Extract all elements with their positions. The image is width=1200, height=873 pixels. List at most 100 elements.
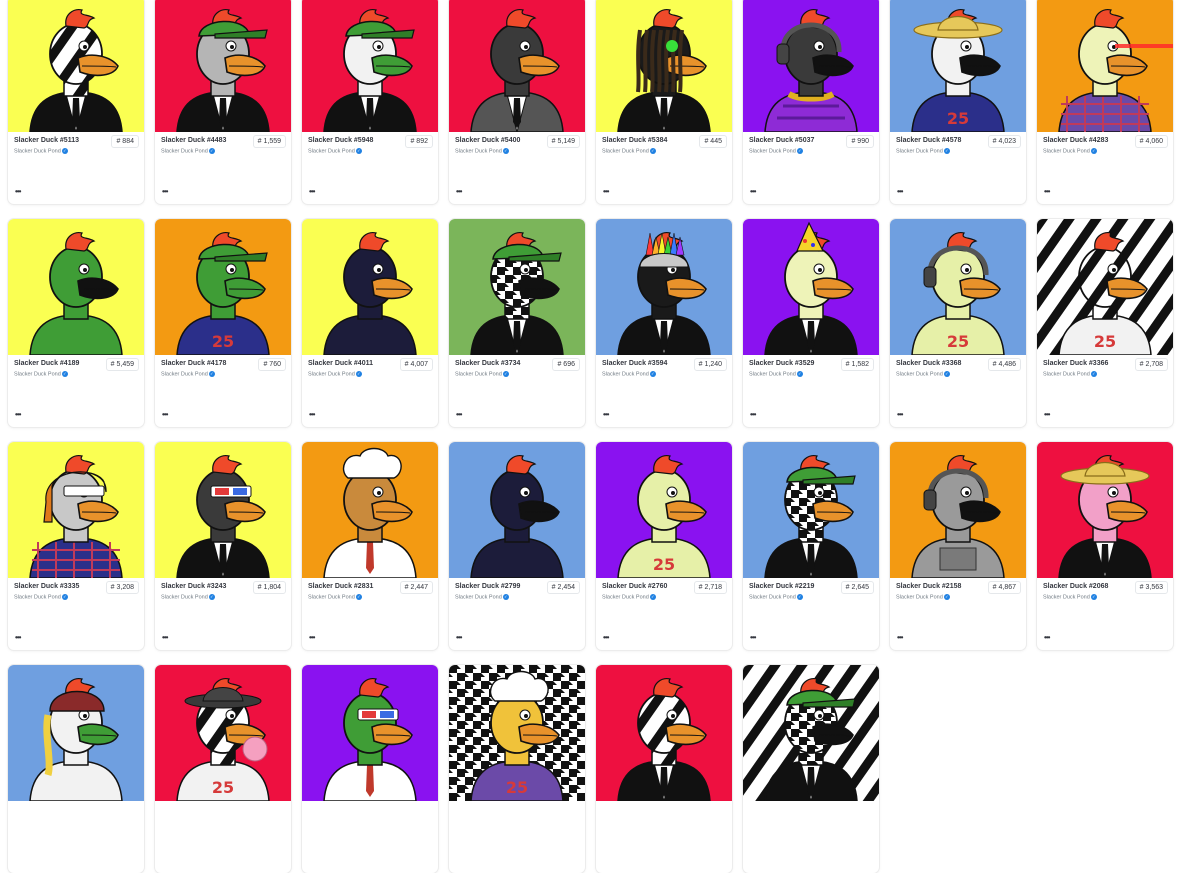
- nft-name[interactable]: Slacker Duck #3734: [455, 360, 520, 367]
- nft-card[interactable]: 25 Slacker Duck #4178 # 760 Slacker Duck Po…: [155, 219, 291, 427]
- nft-name[interactable]: Slacker Duck #3529: [749, 360, 814, 367]
- nft-image[interactable]: [449, 0, 585, 132]
- nft-card[interactable]: Slacker Duck #2831 # 2,447 Slacker Duck Po…: [302, 442, 438, 650]
- more-options-icon[interactable]: •••: [162, 410, 168, 419]
- nft-card[interactable]: 25 Slacker Duck #3368 # 4,486 Slacker Duck …: [890, 219, 1026, 427]
- more-options-icon[interactable]: •••: [309, 410, 315, 419]
- nft-card[interactable]: 25 Slacker Duck #2760 # 2,718 Slacker Duck …: [596, 442, 732, 650]
- nft-card[interactable]: 25 Slacker Duck #4578 # 4,023 Slacker Duck …: [890, 0, 1026, 204]
- nft-image[interactable]: 25: [449, 665, 585, 801]
- nft-image[interactable]: [743, 442, 879, 578]
- nft-image[interactable]: 25: [155, 219, 291, 355]
- nft-card[interactable]: Slacker Duck #4283 # 4,060 Slacker Duck Po…: [1037, 0, 1173, 204]
- more-options-icon[interactable]: •••: [456, 633, 462, 642]
- nft-name[interactable]: Slacker Duck #5113: [14, 137, 79, 144]
- nft-image[interactable]: [596, 665, 732, 801]
- nft-image[interactable]: [743, 219, 879, 355]
- nft-card[interactable]: 25: [449, 665, 585, 873]
- collection-name[interactable]: Slacker Duck Pond ✓: [896, 594, 950, 600]
- collection-name[interactable]: Slacker Duck Pond ✓: [308, 371, 362, 377]
- nft-card[interactable]: Slacker Duck #4483 # 1,559 Slacker Duck Po…: [155, 0, 291, 204]
- more-options-icon[interactable]: •••: [456, 410, 462, 419]
- nft-card[interactable]: Slacker Duck #2068 # 3,563 Slacker Duck Po…: [1037, 442, 1173, 650]
- collection-name[interactable]: Slacker Duck Pond ✓: [161, 594, 215, 600]
- nft-image[interactable]: [1037, 0, 1173, 132]
- nft-name[interactable]: Slacker Duck #2219: [749, 583, 814, 590]
- nft-card[interactable]: Slacker Duck #5948 # 892 Slacker Duck Pond…: [302, 0, 438, 204]
- nft-card[interactable]: 25 Slacker Duck #3366 # 2,708 Slacker Duck …: [1037, 219, 1173, 427]
- collection-name[interactable]: Slacker Duck Pond ✓: [14, 594, 68, 600]
- nft-card[interactable]: Slacker Duck #5037 # 990 Slacker Duck Pond…: [743, 0, 879, 204]
- nft-image[interactable]: [8, 665, 144, 801]
- nft-card[interactable]: Slacker Duck #3335 # 3,208 Slacker Duck Po…: [8, 442, 144, 650]
- more-options-icon[interactable]: •••: [15, 187, 21, 196]
- nft-name[interactable]: Slacker Duck #5400: [455, 137, 520, 144]
- nft-image[interactable]: 25: [890, 219, 1026, 355]
- collection-name[interactable]: Slacker Duck Pond ✓: [161, 148, 215, 154]
- nft-card[interactable]: 25: [155, 665, 291, 873]
- nft-image[interactable]: [449, 219, 585, 355]
- nft-card[interactable]: Slacker Duck #4011 # 4,007 Slacker Duck Po…: [302, 219, 438, 427]
- nft-image[interactable]: [596, 0, 732, 132]
- collection-name[interactable]: Slacker Duck Pond ✓: [602, 594, 656, 600]
- nft-image[interactable]: [596, 219, 732, 355]
- more-options-icon[interactable]: •••: [603, 187, 609, 196]
- nft-image[interactable]: [302, 0, 438, 132]
- collection-name[interactable]: Slacker Duck Pond ✓: [14, 148, 68, 154]
- nft-image[interactable]: [1037, 442, 1173, 578]
- nft-card[interactable]: [302, 665, 438, 873]
- nft-card[interactable]: Slacker Duck #3243 # 1,804 Slacker Duck Po…: [155, 442, 291, 650]
- collection-name[interactable]: Slacker Duck Pond ✓: [455, 148, 509, 154]
- nft-image[interactable]: [155, 0, 291, 132]
- nft-card[interactable]: Slacker Duck #3529 # 1,582 Slacker Duck Po…: [743, 219, 879, 427]
- nft-name[interactable]: Slacker Duck #4189: [14, 360, 79, 367]
- more-options-icon[interactable]: •••: [750, 187, 756, 196]
- more-options-icon[interactable]: •••: [456, 187, 462, 196]
- nft-image[interactable]: [890, 442, 1026, 578]
- nft-name[interactable]: Slacker Duck #2831: [308, 583, 373, 590]
- nft-name[interactable]: Slacker Duck #3368: [896, 360, 961, 367]
- collection-name[interactable]: Slacker Duck Pond ✓: [1043, 371, 1097, 377]
- nft-card[interactable]: Slacker Duck #3734 # 696 Slacker Duck Pond…: [449, 219, 585, 427]
- more-options-icon[interactable]: •••: [309, 633, 315, 642]
- nft-card[interactable]: Slacker Duck #5113 # 884 Slacker Duck Pond…: [8, 0, 144, 204]
- nft-image[interactable]: 25: [596, 442, 732, 578]
- nft-card[interactable]: Slacker Duck #5400 # 5,149 Slacker Duck Po…: [449, 0, 585, 204]
- more-options-icon[interactable]: •••: [15, 410, 21, 419]
- nft-card[interactable]: Slacker Duck #5384 # 445 Slacker Duck Pond…: [596, 0, 732, 204]
- collection-name[interactable]: Slacker Duck Pond ✓: [14, 371, 68, 377]
- nft-card[interactable]: Slacker Duck #2158 # 4,867 Slacker Duck Po…: [890, 442, 1026, 650]
- collection-name[interactable]: Slacker Duck Pond ✓: [1043, 594, 1097, 600]
- more-options-icon[interactable]: •••: [15, 633, 21, 642]
- nft-name[interactable]: Slacker Duck #3366: [1043, 360, 1108, 367]
- nft-image[interactable]: 25: [1037, 219, 1173, 355]
- more-options-icon[interactable]: •••: [897, 187, 903, 196]
- nft-image[interactable]: [155, 442, 291, 578]
- nft-name[interactable]: Slacker Duck #3243: [161, 583, 226, 590]
- nft-name[interactable]: Slacker Duck #2799: [455, 583, 520, 590]
- nft-image[interactable]: [743, 0, 879, 132]
- collection-name[interactable]: Slacker Duck Pond ✓: [1043, 148, 1097, 154]
- more-options-icon[interactable]: •••: [162, 187, 168, 196]
- nft-image[interactable]: [302, 665, 438, 801]
- nft-image[interactable]: [8, 219, 144, 355]
- collection-name[interactable]: Slacker Duck Pond ✓: [602, 371, 656, 377]
- collection-name[interactable]: Slacker Duck Pond ✓: [602, 148, 656, 154]
- nft-card[interactable]: [596, 665, 732, 873]
- collection-name[interactable]: Slacker Duck Pond ✓: [308, 594, 362, 600]
- more-options-icon[interactable]: •••: [750, 633, 756, 642]
- collection-name[interactable]: Slacker Duck Pond ✓: [455, 371, 509, 377]
- nft-name[interactable]: Slacker Duck #4483: [161, 137, 226, 144]
- nft-name[interactable]: Slacker Duck #4283: [1043, 137, 1108, 144]
- collection-name[interactable]: Slacker Duck Pond ✓: [749, 371, 803, 377]
- more-options-icon[interactable]: •••: [603, 633, 609, 642]
- more-options-icon[interactable]: •••: [1044, 410, 1050, 419]
- nft-name[interactable]: Slacker Duck #3335: [14, 583, 79, 590]
- nft-name[interactable]: Slacker Duck #4178: [161, 360, 226, 367]
- nft-image[interactable]: [743, 665, 879, 801]
- more-options-icon[interactable]: •••: [750, 410, 756, 419]
- collection-name[interactable]: Slacker Duck Pond ✓: [896, 148, 950, 154]
- more-options-icon[interactable]: •••: [897, 633, 903, 642]
- nft-image[interactable]: 25: [155, 665, 291, 801]
- nft-image[interactable]: 25: [890, 0, 1026, 132]
